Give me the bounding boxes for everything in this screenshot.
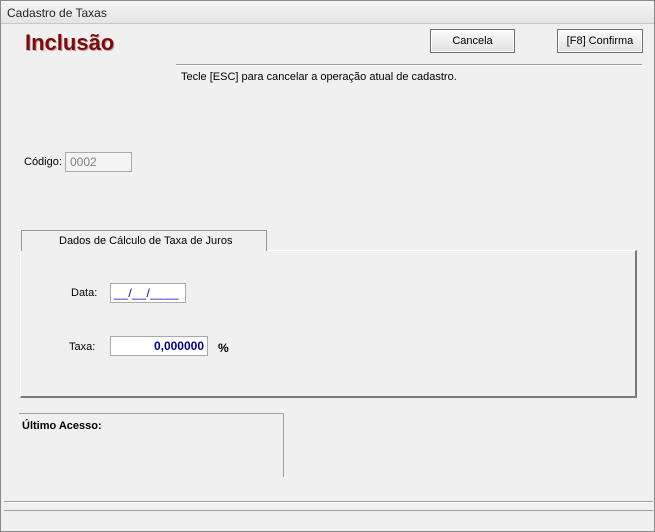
data-field[interactable]: __/__/____ bbox=[110, 283, 186, 303]
footer-divider bbox=[4, 501, 653, 503]
cancel-button[interactable]: Cancela bbox=[430, 29, 515, 53]
cancel-button-label: Cancela bbox=[452, 35, 493, 47]
taxa-unit: % bbox=[218, 341, 229, 355]
window-title: Cadastro de Taxas bbox=[7, 6, 107, 20]
confirm-button-label: [F8] Confirma bbox=[566, 35, 634, 47]
codigo-field[interactable]: 0002 bbox=[65, 152, 132, 172]
mode-heading: Inclusão bbox=[25, 30, 115, 55]
codigo-label: Código: bbox=[24, 156, 62, 168]
taxa-label: Taxa: bbox=[69, 341, 96, 353]
last-access-label: Último Acesso: bbox=[22, 420, 102, 432]
tab-panel bbox=[20, 250, 637, 398]
cadastro-de-taxas-window: Cadastro de Taxas Inclusão Cancela [F8] … bbox=[0, 0, 655, 532]
status-bar bbox=[4, 510, 653, 531]
title-bar[interactable]: Cadastro de Taxas bbox=[1, 1, 654, 24]
tab-label: Dados de Cálculo de Taxa de Juros bbox=[59, 235, 233, 247]
taxa-field[interactable]: 0,000000 bbox=[110, 336, 208, 356]
tab-dados-calculo[interactable]: Dados de Cálculo de Taxa de Juros bbox=[21, 230, 267, 251]
data-label: Data: bbox=[71, 287, 98, 299]
hint-text: Tecle [ESC] para cancelar a operação atu… bbox=[181, 71, 457, 83]
confirm-button[interactable]: [F8] Confirma bbox=[557, 29, 643, 53]
header-divider bbox=[176, 64, 642, 66]
last-access-box: Último Acesso: bbox=[19, 413, 284, 477]
